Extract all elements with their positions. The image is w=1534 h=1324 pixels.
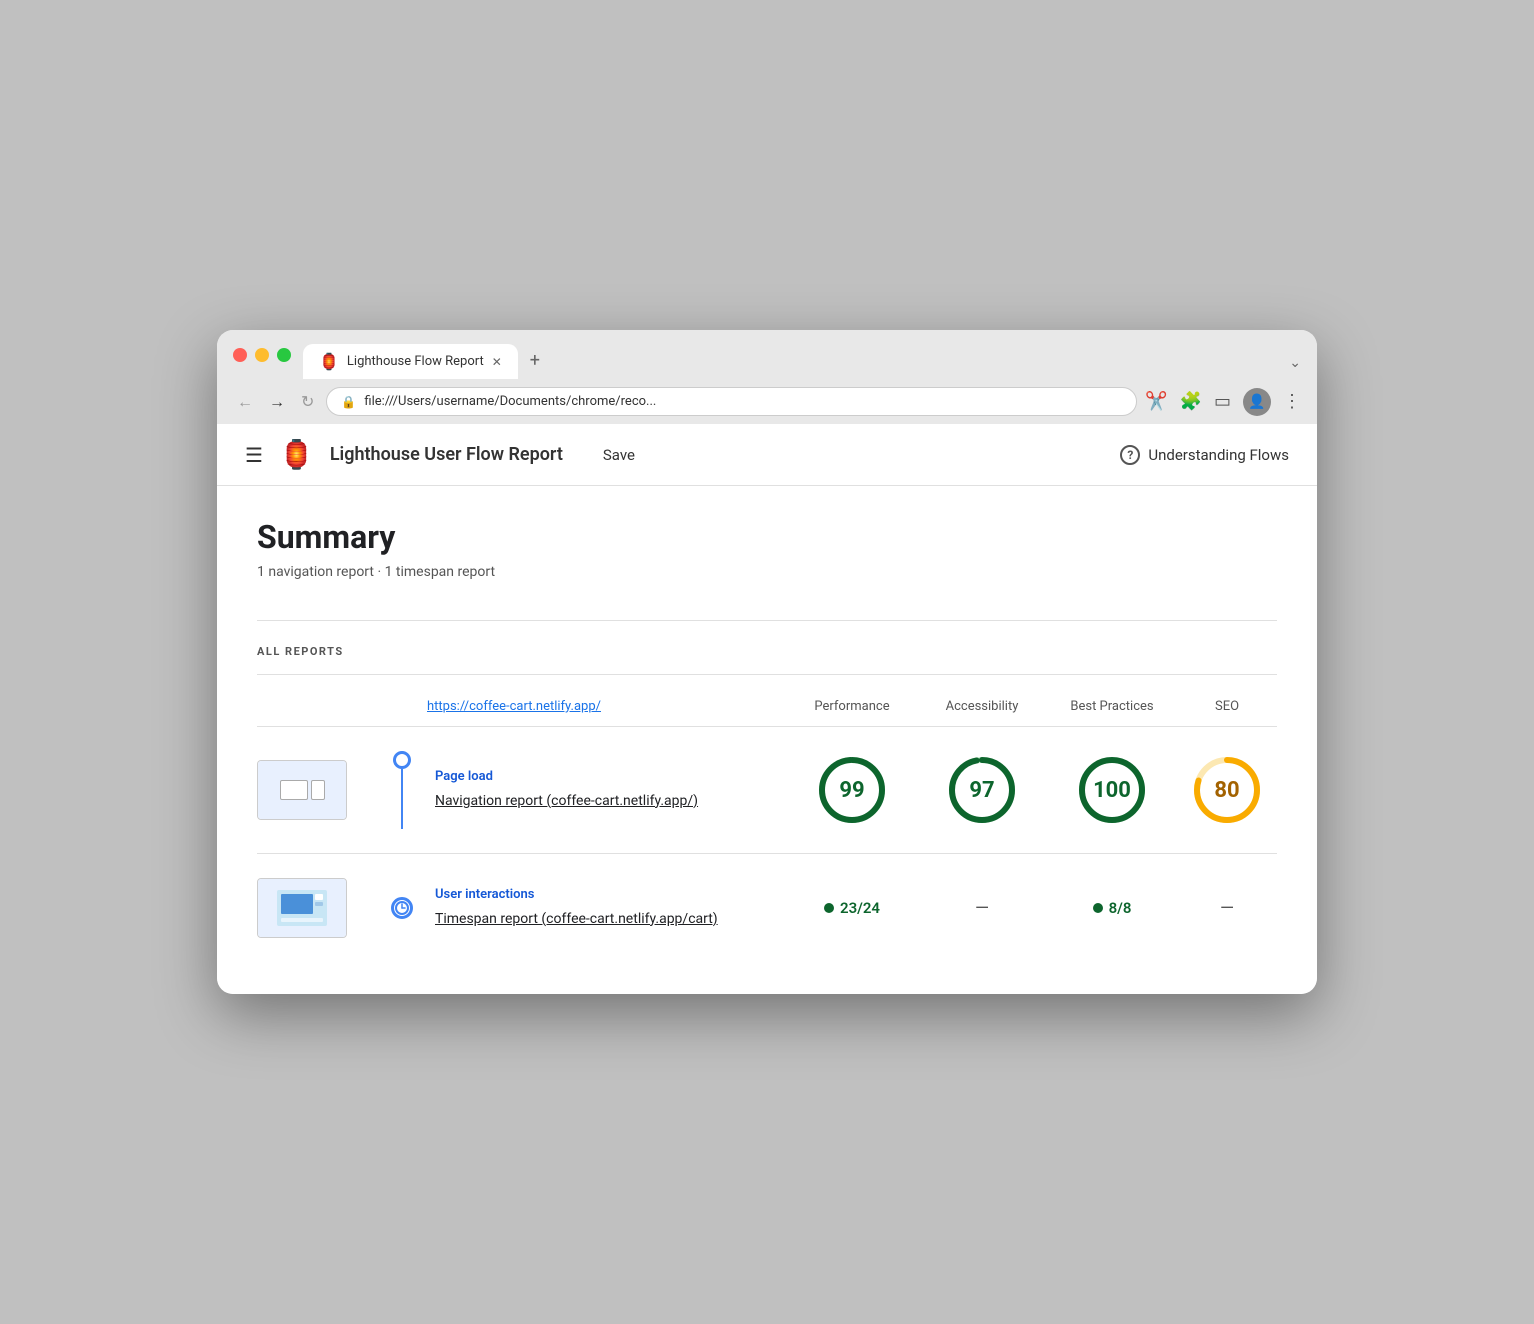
ts-report-type-label: User interactions: [435, 887, 787, 902]
separator: [257, 620, 1277, 621]
tab-close-icon[interactable]: ✕: [492, 355, 502, 369]
accessibility-score-circle: 97: [946, 754, 1018, 826]
maximize-button[interactable]: [277, 348, 291, 362]
ts-performance-score-col: 23/24: [787, 899, 917, 917]
avatar[interactable]: 👤: [1243, 388, 1271, 416]
menu-icon[interactable]: ☰: [245, 443, 263, 467]
timeline-nav: [377, 751, 427, 829]
separator-2: [257, 674, 1277, 675]
timespan-thumbnail-icon: [258, 879, 346, 937]
accessibility-header: Accessibility: [917, 699, 1047, 714]
ts-best-practices-score: 8/8: [1093, 899, 1132, 917]
all-reports-label: ALL REPORTS: [257, 645, 1277, 658]
page-header: ☰ 🏮 Lighthouse User Flow Report Save ? U…: [217, 424, 1317, 486]
browser-toolbar: ✂️ 🧩 ▭ 👤 ⋮: [1145, 388, 1301, 416]
understanding-flows-link[interactable]: ? Understanding Flows: [1120, 445, 1289, 465]
performance-header: Performance: [787, 699, 917, 714]
ts-report-link[interactable]: Timespan report (coffee-cart.netlify.app…: [435, 911, 718, 927]
close-button[interactable]: [233, 348, 247, 362]
lock-icon: 🔒: [341, 395, 356, 409]
best-practices-score-col: 100: [1047, 754, 1177, 826]
performance-score-col: 99: [787, 754, 917, 826]
url-header[interactable]: https://coffee-cart.netlify.app/: [427, 699, 787, 714]
report-type-label: Page load: [435, 769, 787, 784]
best-practices-score-circle: 100: [1076, 754, 1148, 826]
main-content: Summary 1 navigation report · 1 timespan…: [217, 486, 1317, 994]
tab-favicon-icon: 🏮: [319, 352, 339, 371]
ts-seo-dash: —: [1220, 898, 1234, 919]
nav-report-info: Page load Navigation report (coffee-cart…: [427, 769, 787, 812]
nav-report-thumbnail: [257, 760, 347, 820]
performance-score-value: 99: [839, 778, 864, 803]
mobile-screen-icon: [311, 780, 325, 800]
tabs-area: 🏮 Lighthouse Flow Report ✕ + ⌄: [303, 342, 1301, 379]
page-title: Lighthouse User Flow Report: [330, 444, 563, 465]
ts-performance-dot: [824, 903, 834, 913]
ts-performance-score: 23/24: [824, 899, 880, 917]
split-view-icon[interactable]: ▭: [1214, 391, 1231, 412]
timeline-dot-icon: [393, 751, 411, 769]
ts-best-practices-value: 8/8: [1109, 899, 1132, 917]
address-text: file:///Users/username/Documents/chrome/…: [364, 394, 656, 409]
accessibility-score-value: 97: [969, 778, 994, 803]
active-tab[interactable]: 🏮 Lighthouse Flow Report ✕: [303, 344, 518, 379]
ts-accessibility-dash: —: [975, 898, 989, 919]
reload-button[interactable]: ↻: [297, 388, 318, 415]
scissors-icon[interactable]: ✂️: [1145, 391, 1167, 412]
save-button[interactable]: Save: [603, 446, 635, 464]
back-button[interactable]: ←: [233, 388, 257, 416]
performance-score-circle: 99: [816, 754, 888, 826]
timeline-ts: [377, 897, 427, 919]
ts-best-practices-dot: [1093, 903, 1103, 913]
help-circle-icon: ?: [1120, 445, 1140, 465]
ts-best-practices-score-col: 8/8: [1047, 899, 1177, 917]
ts-accessibility-score-col: —: [917, 898, 1047, 919]
seo-header: SEO: [1177, 699, 1277, 714]
seo-score-col: 80: [1177, 754, 1277, 826]
lighthouse-logo: 🏮: [279, 438, 314, 471]
ts-seo-score-col: —: [1177, 898, 1277, 919]
title-bar: 🏮 Lighthouse Flow Report ✕ + ⌄: [217, 330, 1317, 379]
new-tab-button[interactable]: +: [518, 342, 552, 379]
table-row: Page load Navigation report (coffee-cart…: [257, 727, 1277, 854]
puzzle-icon[interactable]: 🧩: [1180, 391, 1202, 412]
traffic-lights: [233, 348, 291, 374]
ts-performance-value: 23/24: [840, 899, 880, 917]
best-practices-header: Best Practices: [1047, 699, 1177, 714]
table-row: User interactions Timespan report (coffe…: [257, 854, 1277, 962]
timeline-clock-icon: [391, 897, 413, 919]
desktop-screen-icon: [280, 780, 308, 800]
ts-report-thumbnail: [257, 878, 347, 938]
seo-score-value: 80: [1214, 778, 1239, 803]
table-header: https://coffee-cart.netlify.app/ Perform…: [257, 699, 1277, 727]
nav-report-link[interactable]: Navigation report (coffee-cart.netlify.a…: [435, 793, 698, 809]
browser-window: 🏮 Lighthouse Flow Report ✕ + ⌄ ← → ↻ 🔒 f…: [217, 330, 1317, 994]
tab-title: Lighthouse Flow Report: [347, 354, 484, 369]
understanding-flows-label: Understanding Flows: [1148, 446, 1289, 464]
more-options-icon[interactable]: ⋮: [1283, 391, 1301, 412]
summary-subtitle: 1 navigation report · 1 timespan report: [257, 564, 1277, 580]
seo-score-circle: 80: [1191, 754, 1263, 826]
accessibility-score-col: 97: [917, 754, 1047, 826]
minimize-button[interactable]: [255, 348, 269, 362]
address-bar: ← → ↻ 🔒 file:///Users/username/Documents…: [217, 379, 1317, 424]
tab-chevron-icon[interactable]: ⌄: [1289, 355, 1301, 379]
address-field[interactable]: 🔒 file:///Users/username/Documents/chrom…: [326, 387, 1137, 416]
best-practices-score-value: 100: [1093, 778, 1131, 803]
forward-button[interactable]: →: [265, 388, 289, 416]
ts-report-info: User interactions Timespan report (coffe…: [427, 887, 787, 930]
summary-heading: Summary: [257, 518, 1277, 556]
timeline-line: [401, 769, 403, 829]
